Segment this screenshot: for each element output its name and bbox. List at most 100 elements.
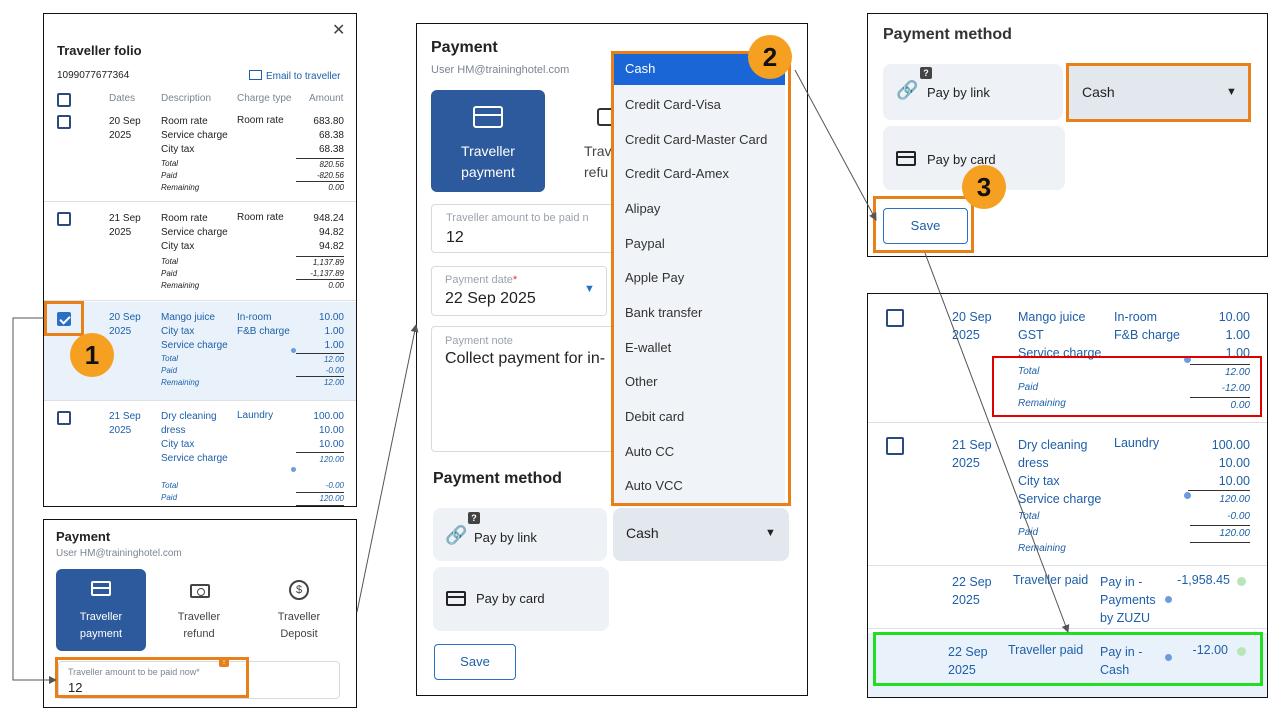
row-checkbox[interactable] [57, 115, 71, 129]
row-amounts: 100.00 10.00 10.00 120.00 [296, 410, 344, 467]
folio-row-2: 21 Sep 2025 Room rate Service charge City t… [44, 206, 356, 301]
row-charge-type: In-room F&B charge [1114, 310, 1181, 342]
row-description: Room rate Service charge City tax [161, 213, 228, 252]
row-summary-values: 1,137.89 -1,137.89 0.00 [296, 256, 344, 291]
row-charge-type: Room rate [237, 212, 284, 223]
row-checkbox[interactable] [886, 437, 904, 455]
close-icon[interactable]: ✕ [332, 20, 345, 40]
pay-by-link-label: Pay by link [474, 530, 537, 545]
select-all-checkbox[interactable] [57, 93, 71, 107]
new-payment-green-highlight [873, 632, 1263, 686]
card-icon [896, 151, 916, 166]
row-charge-type: Pay in - Payments by ZUZU [1100, 575, 1156, 625]
row-amounts: 10.00 1.00 1.00 [1218, 310, 1250, 360]
dropdown-highlight [611, 51, 791, 506]
dropdown-arrow-icon: ▼ [765, 527, 776, 539]
mail-icon [249, 70, 262, 80]
traveller-folio-panel: ✕ Traveller folio 1099077677364 Email to… [43, 13, 357, 507]
payment-note-field[interactable]: Payment note Collect payment for in- [431, 326, 621, 452]
row-charge-type: Laundry [1114, 436, 1160, 450]
payment-method-value: Cash [626, 525, 659, 541]
row-amount: -1,958.45 [1177, 573, 1230, 587]
row-checkbox[interactable] [57, 212, 71, 226]
method-select-highlight [1066, 63, 1251, 122]
payment-title: Payment [56, 529, 111, 544]
col-dates: Dates [109, 93, 136, 104]
result-row-payment-zuzu: 22 Sep 2025 Traveller paid Pay in - Paymen… [868, 566, 1267, 629]
folio-row-4: 21 Sep 2025 Dry cleaning dress City tax Serv… [44, 404, 356, 506]
row-amounts: 948.24 94.82 94.82 [313, 213, 344, 252]
arrow-2 [356, 324, 419, 613]
payment-method-title: Payment method [883, 26, 1012, 43]
payment-title: Payment [431, 39, 498, 56]
dropdown-arrow-icon: ▼ [584, 283, 595, 295]
row-summary-values: 820.56 -820.56 0.00 [296, 158, 344, 193]
cash-icon [190, 584, 210, 598]
row-charge-type: Room rate [237, 115, 284, 126]
payment-method-select[interactable]: Cash ▼ [613, 508, 789, 561]
save-highlight [873, 196, 974, 253]
folio-row-1: 20 Sep 2025 Room rate Service charge City t… [44, 109, 356, 202]
col-description: Description [161, 93, 212, 104]
folio-number: 1099077677364 [57, 70, 130, 81]
tab-traveller-deposit[interactable]: $ Traveller Deposit [254, 569, 344, 651]
row-date: 21 Sep 2025 [109, 213, 141, 238]
pay-by-card-label: Pay by card [476, 591, 545, 606]
checkbox-highlight [44, 301, 84, 336]
card-icon [91, 581, 111, 596]
step-badge-1: 1 [70, 333, 114, 377]
folio-title: Traveller folio [57, 43, 142, 58]
link-icon: 🔗 [896, 80, 919, 100]
card-icon [473, 106, 503, 128]
row-description: Mango juice GST Service charge [1018, 310, 1102, 360]
payment-user: User HM@traininghotel.com [56, 548, 182, 559]
row-description: Dry cleaning dress City tax Service charge [1018, 438, 1102, 506]
row-amounts: 100.00 10.00 10.00 120.00 [1188, 436, 1250, 509]
row-date: 20 Sep 2025 [109, 116, 141, 141]
row-summary-values: -0.00 120.00 [296, 480, 344, 506]
payment-date-label: Payment date* [445, 274, 518, 286]
step-badge-2: 2 [748, 35, 792, 79]
tab-traveller-refund[interactable]: Traveller refund [154, 569, 244, 651]
payment-date-value: 22 Sep 2025 [445, 290, 536, 307]
payment-user: User HM@traininghotel.com [431, 64, 570, 76]
payment-note-value: Collect payment for in- [445, 350, 606, 367]
row-charge-type: Laundry [237, 410, 274, 421]
result-row-laundry: 21 Sep 2025 Dry cleaning dress City tax Serv… [868, 424, 1267, 566]
tab-traveller-refund-partial[interactable]: Trav refu [557, 90, 617, 192]
payment-date-field[interactable]: Payment date* 22 Sep 2025 ▼ [431, 266, 607, 316]
row-description: Room rate Service charge City tax [161, 116, 228, 155]
col-amount: Amount [309, 93, 344, 104]
payment-note-label: Payment note [445, 335, 513, 347]
row-checkbox[interactable] [57, 411, 71, 425]
amount-highlight [55, 657, 249, 698]
row-summary-values: 12.00 -0.00 12.00 [296, 353, 344, 388]
row-summary-labels: TotalPaidRemaining [161, 481, 199, 506]
pay-by-link-label: Pay by link [927, 85, 990, 100]
col-charge-type: Charge type [237, 93, 292, 104]
row-description: Dry cleaning dress City tax Service charge [161, 411, 228, 464]
row-summary-labels: TotalPaidRemaining [161, 257, 200, 290]
row-date: 21 Sep 2025 [952, 438, 992, 470]
row-date: 20 Sep 2025 [952, 310, 992, 342]
help-icon: ? [468, 512, 480, 524]
step-badge-3: 3 [962, 165, 1006, 209]
row-description: Mango juice City tax Service charge [161, 312, 228, 351]
status-dot [1165, 596, 1172, 603]
email-to-traveller-link[interactable]: Email to traveller [249, 70, 340, 82]
save-button[interactable]: Save [434, 644, 516, 680]
pay-by-link-option[interactable]: ? 🔗 Pay by link [883, 64, 1063, 120]
row-summary-labels: TotalPaidRemaining [1018, 511, 1066, 554]
tab-traveller-payment[interactable]: Traveller payment [431, 90, 545, 192]
amount-field[interactable]: Traveller amount to be paid n 12 [431, 204, 621, 253]
row-date: 22 Sep 2025 [952, 575, 992, 607]
row-date: 20 Sep 2025 [109, 312, 141, 337]
row-amounts: 10.00 1.00 1.00 [318, 312, 344, 351]
pay-by-link-option[interactable]: ? 🔗 Pay by link [433, 508, 607, 561]
card-icon [446, 591, 466, 606]
pay-by-card-option[interactable]: Pay by card [433, 567, 609, 631]
payment-method-title: Payment method [433, 470, 562, 487]
row-checkbox[interactable] [886, 309, 904, 327]
tab-traveller-payment[interactable]: Traveller payment [56, 569, 146, 651]
row-description: Traveller paid [1013, 573, 1089, 587]
